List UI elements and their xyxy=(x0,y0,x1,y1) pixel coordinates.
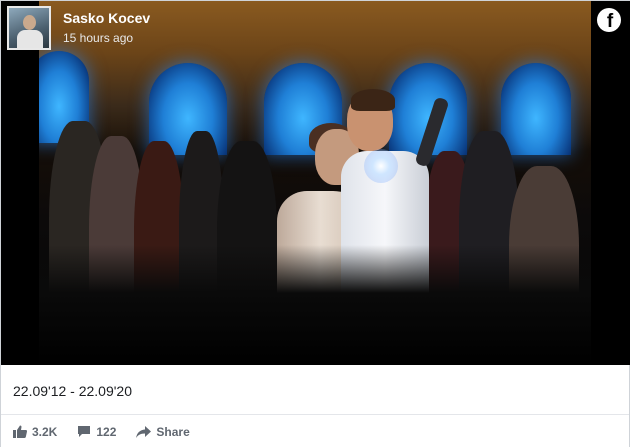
post-meta: Sasko Kocev 15 hours ago xyxy=(63,10,150,46)
post-header: Sasko Kocev 15 hours ago f xyxy=(1,1,629,57)
comment-count-label: 122 xyxy=(96,424,117,439)
comment-count[interactable]: 122 xyxy=(77,425,116,439)
share-label: Share xyxy=(156,424,190,439)
post-timestamp[interactable]: 15 hours ago xyxy=(63,30,150,46)
like-count-label: 3.2K xyxy=(32,424,58,439)
post-caption-area: 22.09'12 - 22.09'20 xyxy=(1,365,629,415)
post-actions-bar: 3.2K 122 Share xyxy=(1,415,629,448)
share-icon xyxy=(136,425,152,438)
comment-icon xyxy=(78,426,91,437)
like-count[interactable]: 3.2K xyxy=(13,425,57,439)
facebook-post-card: Sasko Kocev 15 hours ago f 22.09'12 - 22… xyxy=(0,0,630,448)
avatar[interactable] xyxy=(7,6,51,50)
post-caption: 22.09'12 - 22.09'20 xyxy=(13,383,132,399)
like-icon xyxy=(13,425,27,438)
share-button[interactable]: Share xyxy=(136,424,190,439)
author-name[interactable]: Sasko Kocev xyxy=(63,10,150,27)
facebook-icon: f xyxy=(597,8,621,32)
